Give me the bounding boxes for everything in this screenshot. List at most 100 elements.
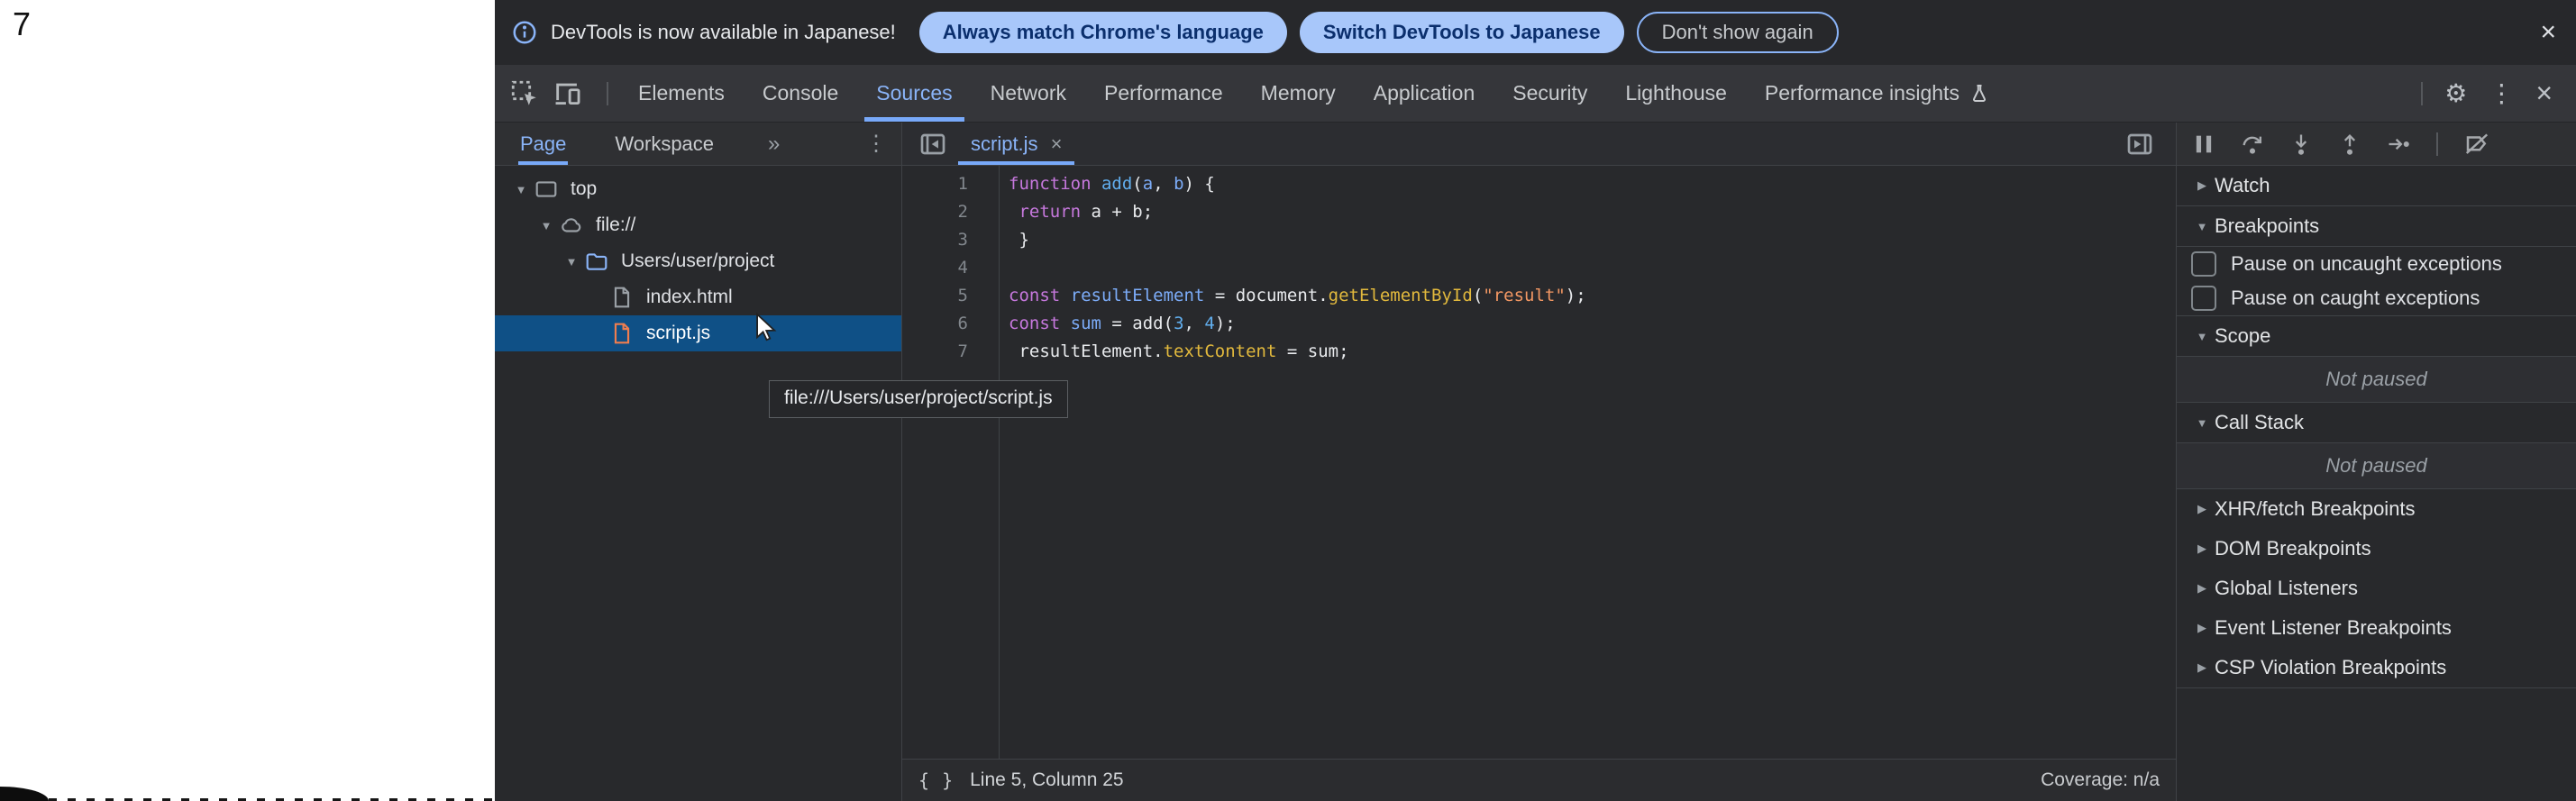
editor-tab-close-icon[interactable]: × — [1051, 132, 1063, 156]
code-token: "result" — [1483, 286, 1566, 305]
hide-navigator-icon[interactable] — [918, 130, 947, 159]
flask-icon — [1969, 83, 1990, 105]
code-line: } — [1009, 226, 2176, 254]
infobar-close-icon[interactable]: × — [2520, 17, 2576, 48]
checkbox-pause-on-uncaught-exceptions[interactable]: Pause on uncaught exceptions — [2177, 247, 2576, 281]
editor-tab-scriptjs[interactable]: script.js × — [955, 123, 1078, 165]
section-header-label: XHR/fetch Breakpoints — [2215, 497, 2416, 521]
section-header-label: Event Listener Breakpoints — [2215, 616, 2452, 640]
tree-item-script.js[interactable]: script.js — [495, 315, 901, 351]
step-icon[interactable] — [2386, 132, 2411, 157]
close-devtools-icon[interactable]: × — [2525, 77, 2563, 110]
device-toolbar-icon[interactable] — [553, 78, 583, 109]
tab-label: Network — [991, 81, 1066, 105]
checkbox-box[interactable] — [2191, 286, 2216, 311]
step-over-icon[interactable] — [2240, 132, 2265, 157]
infobar: DevTools is now available in Japanese! A… — [495, 0, 2576, 65]
tab-performance-insights[interactable]: Performance insights — [1746, 65, 2009, 122]
tab-performance[interactable]: Performance — [1085, 65, 1242, 122]
code-token: function — [1009, 174, 1092, 194]
code-token: a + b; — [1081, 202, 1153, 222]
gear-icon[interactable]: ⚙ — [2434, 78, 2478, 108]
line-number: 3 — [902, 226, 999, 254]
file-js-icon — [608, 322, 635, 345]
section-header-scope[interactable]: ▼Scope — [2177, 316, 2576, 357]
tab-label: Security — [1512, 81, 1587, 105]
pause-icon[interactable] — [2191, 132, 2216, 157]
section-header-xhr-fetch-breakpoints[interactable]: ▶XHR/fetch Breakpoints — [2177, 489, 2576, 529]
deactivate-breakpoints-icon[interactable] — [2463, 131, 2490, 158]
file-icon — [608, 286, 635, 309]
code-token: } — [1009, 230, 1029, 250]
editor-tab-strip: script.js × — [902, 123, 2176, 166]
tab-network[interactable]: Network — [972, 65, 1085, 122]
hide-debugger-icon[interactable] — [2125, 130, 2154, 159]
always-match-language-button[interactable]: Always match Chrome's language — [919, 12, 1287, 53]
navigator-tab-workspace[interactable]: Workspace — [613, 123, 716, 165]
code-token: resultElement. — [1009, 341, 1164, 361]
editor-status-bar: { } Line 5, Column 25 Coverage: n/a — [902, 759, 2176, 801]
navigator-tab-page[interactable]: Page — [518, 123, 568, 165]
chevron-down-icon[interactable]: ▼ — [560, 255, 583, 269]
inspect-element-icon[interactable] — [509, 78, 540, 109]
page-background: 7 DevTools is now available in Japanese!… — [0, 0, 2576, 801]
code-line: const sum = add(3, 4); — [1009, 310, 2176, 338]
tab-label: Performance — [1104, 81, 1223, 105]
section-header-breakpoints[interactable]: ▼Breakpoints — [2177, 206, 2576, 247]
frame-icon — [533, 177, 560, 201]
checkbox-label: Pause on caught exceptions — [2231, 287, 2480, 310]
switch-devtools-japanese-button[interactable]: Switch DevTools to Japanese — [1300, 12, 1624, 53]
navigator-tab-label: Page — [520, 132, 566, 156]
more-tabs-icon[interactable]: » — [761, 132, 787, 157]
code-editor[interactable]: 1234567 function add(a, b) { return a + … — [902, 166, 2176, 759]
tree-item-file-[interactable]: ▼file:// — [495, 207, 901, 243]
navigator-tab-label: Workspace — [615, 132, 714, 156]
step-into-icon[interactable] — [2288, 132, 2314, 157]
tab-elements[interactable]: Elements — [619, 65, 744, 122]
section-header-csp-violation-breakpoints[interactable]: ▶CSP Violation Breakpoints — [2177, 648, 2576, 688]
chevron-down-icon[interactable]: ▼ — [509, 183, 533, 196]
editor-tabs-spacer — [1078, 123, 2118, 165]
line-number: 5 — [902, 282, 999, 310]
code-line — [1009, 254, 2176, 282]
tabbar-spacer — [2009, 65, 2410, 122]
tree-item-users-user-project[interactable]: ▼ Users/user/project — [495, 243, 901, 279]
code-token: = sum; — [1276, 341, 1348, 361]
code-line: resultElement.textContent = sum; — [1009, 338, 2176, 366]
code-lines: function add(a, b) { return a + b; }cons… — [1000, 166, 2176, 759]
file-path-tooltip: file:///Users/user/project/script.js — [769, 380, 1068, 418]
code-token: add — [1101, 174, 1132, 194]
tab-application[interactable]: Application — [1355, 65, 1494, 122]
code-token — [1009, 202, 1019, 222]
code-token: ); — [1215, 314, 1236, 333]
tab-lighthouse[interactable]: Lighthouse — [1606, 65, 1746, 122]
section-header-global-listeners[interactable]: ▶Global Listeners — [2177, 569, 2576, 608]
editor-tab-underline — [958, 161, 1074, 165]
checkbox-label: Pause on uncaught exceptions — [2231, 252, 2502, 276]
section-header-call-stack[interactable]: ▼Call Stack — [2177, 403, 2576, 443]
tree-item-index.html[interactable]: index.html — [495, 279, 901, 315]
navigator-pane: PageWorkspace » ⋮ ▼top▼file://▼Users/use… — [495, 123, 902, 801]
tab-console[interactable]: Console — [744, 65, 857, 122]
pretty-print-icon[interactable]: { } — [918, 769, 954, 791]
tab-sources[interactable]: Sources — [857, 65, 971, 122]
tab-security[interactable]: Security — [1494, 65, 1606, 122]
tab-memory[interactable]: Memory — [1242, 65, 1355, 122]
chevron-down-icon[interactable]: ▼ — [534, 219, 558, 232]
tree-item-label: Users/user/project — [621, 250, 774, 272]
code-token: const — [1009, 286, 1060, 305]
checkbox-pause-on-caught-exceptions[interactable]: Pause on caught exceptions — [2177, 281, 2576, 316]
kebab-menu-icon[interactable]: ⋮ — [2478, 78, 2525, 108]
section-header-event-listener-breakpoints[interactable]: ▶Event Listener Breakpoints — [2177, 608, 2576, 648]
section-header-label: Global Listeners — [2215, 577, 2358, 600]
dont-show-again-button[interactable]: Don't show again — [1637, 12, 1839, 53]
navigator-kebab-menu-icon[interactable]: ⋮ — [858, 131, 901, 157]
section-header-dom-breakpoints[interactable]: ▶DOM Breakpoints — [2177, 529, 2576, 569]
line-number: 7 — [902, 338, 999, 366]
code-token: ) { — [1184, 174, 1215, 194]
checkbox-box[interactable] — [2191, 251, 2216, 277]
step-out-icon[interactable] — [2337, 132, 2362, 157]
tree-item-top[interactable]: ▼top — [495, 171, 901, 207]
code-token: textContent — [1164, 341, 1277, 361]
section-header-watch[interactable]: ▶Watch — [2177, 166, 2576, 206]
